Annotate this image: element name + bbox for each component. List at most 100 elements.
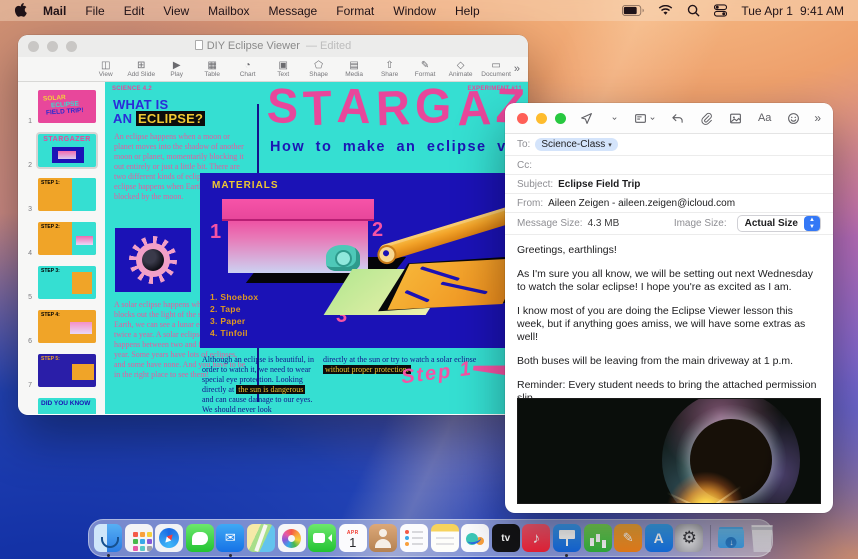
send-icon[interactable]: [580, 112, 593, 125]
toolbar-button-text[interactable]: ▣Text: [265, 60, 300, 78]
app-store-icon: A: [645, 524, 673, 552]
dock-item-calendar[interactable]: APR1: [339, 524, 367, 552]
dock-item-finder[interactable]: [94, 524, 122, 552]
toolbar-button-chart[interactable]: ◔Chart: [230, 60, 265, 78]
menu-item-app[interactable]: Mail: [43, 4, 66, 18]
document-proxy-icon[interactable]: [195, 40, 203, 50]
toolbar-button-media[interactable]: ▤Media: [336, 60, 371, 78]
to-field[interactable]: To: Science-Class▾: [505, 134, 833, 156]
reply-icon[interactable]: [671, 112, 684, 125]
menu-item-message[interactable]: Message: [269, 4, 318, 18]
menu-item-help[interactable]: Help: [455, 4, 480, 18]
control-center-icon[interactable]: [714, 4, 727, 17]
menu-item-edit[interactable]: Edit: [124, 4, 145, 18]
slide-thumbnail-2[interactable]: STARGAZER: [38, 134, 96, 167]
toolbar-button-format[interactable]: ✎Format: [407, 60, 442, 78]
eclipse-photo-attachment[interactable]: [517, 398, 821, 504]
dock-item-messages[interactable]: [186, 524, 214, 552]
dock-item-facetime[interactable]: [308, 524, 336, 552]
header-fields-icon[interactable]: [634, 112, 656, 125]
zoom-button[interactable]: [555, 113, 566, 124]
menubar-clock[interactable]: Tue Apr 1 9:41 AM: [741, 4, 844, 18]
toolbar-button-animate[interactable]: ◇Animate: [443, 60, 478, 78]
dock-item-photos[interactable]: [278, 524, 306, 552]
cc-field[interactable]: Cc:: [505, 156, 833, 175]
dock-item-numbers[interactable]: [584, 524, 612, 552]
text-icon: ▣: [278, 60, 287, 71]
dock-item-maps[interactable]: [247, 524, 275, 552]
tape-illustration: [326, 245, 360, 271]
tinfoil-roll-illustration: [377, 204, 522, 263]
notes-icon: [431, 524, 459, 552]
dock-item-mail[interactable]: ✉: [216, 524, 244, 552]
materials-list-item: 4. Tinfoil: [210, 327, 258, 339]
insert-photo-icon[interactable]: [729, 112, 742, 125]
dock-item-trash[interactable]: [748, 524, 776, 552]
menu-items: Mail File Edit View Mailbox Message Format Win…: [43, 4, 480, 18]
close-button[interactable]: [517, 113, 528, 124]
dock-item-safari[interactable]: [155, 524, 183, 552]
dock-item-music[interactable]: ♪: [522, 524, 550, 552]
danger-highlight: the sun is dangerous: [236, 385, 305, 394]
messages-icon: [186, 524, 214, 552]
slide-thumbnail-3[interactable]: STEP 1:: [38, 178, 96, 211]
menu-item-window[interactable]: Window: [393, 4, 436, 18]
dock-item-pages[interactable]: ✎: [614, 524, 642, 552]
slide-thumbnail-1[interactable]: SOLARECLIPSEFIELD TRIP!: [38, 90, 96, 123]
toolbar-button-play[interactable]: ▶Play: [159, 60, 194, 78]
mail-toolbar[interactable]: Aa »: [505, 103, 833, 134]
slide-thumbnail-row-3: 3STEP 1:: [18, 176, 105, 213]
slide-number: 7: [18, 382, 36, 389]
fonts-button[interactable]: Aa: [758, 112, 771, 124]
search-icon[interactable]: [687, 4, 700, 17]
send-chevron-icon[interactable]: [609, 115, 618, 122]
finder-icon: [94, 524, 122, 552]
menu-item-format[interactable]: Format: [336, 4, 374, 18]
dock-item-app-store[interactable]: A: [645, 524, 673, 552]
slide-thumbnail-6[interactable]: STEP 4:: [38, 310, 96, 343]
menu-item-view[interactable]: View: [163, 4, 189, 18]
attach-icon[interactable]: [700, 112, 713, 125]
dock-item-notes[interactable]: [431, 524, 459, 552]
dock-item-reminders[interactable]: [400, 524, 428, 552]
dock-item-tv[interactable]: tv: [492, 524, 520, 552]
recipient-token[interactable]: Science-Class▾: [535, 138, 617, 151]
toolbar-button-share[interactable]: ⇧Share: [372, 60, 407, 78]
toolbar-button-document[interactable]: ▭Document: [478, 60, 513, 78]
safari-icon: [155, 524, 183, 552]
image-size-select[interactable]: Actual Size ▲▼: [737, 215, 821, 232]
dock-item-system-settings[interactable]: ⚙: [675, 524, 703, 552]
slide-canvas[interactable]: SCIENCE 4.2 EXPERIMENT #11 WHAT IS AN EC…: [105, 82, 528, 414]
keynote-titlebar[interactable]: DIY Eclipse Viewer — Edited: [18, 35, 528, 57]
dock-item-freeform[interactable]: [461, 524, 489, 552]
dock-item-keynote[interactable]: [553, 524, 581, 552]
slide-navigator[interactable]: 1SOLARECLIPSEFIELD TRIP!2STARGAZER3STEP …: [18, 82, 105, 414]
from-field[interactable]: From: Aileen Zeigen - aileen.zeigen@iclo…: [505, 194, 833, 213]
emoji-icon[interactable]: [787, 112, 800, 125]
slide-thumbnail-7[interactable]: STEP 5:: [38, 354, 96, 387]
minimize-button[interactable]: [536, 113, 547, 124]
subject-field[interactable]: Subject: Eclipse Field Trip: [505, 175, 833, 194]
toolbar-button-add-slide[interactable]: ⊞Add Slide: [123, 60, 158, 78]
slide-number: 5: [18, 294, 36, 301]
eclipse-highlight: ECLIPSE?: [136, 111, 205, 126]
apple-menu[interactable]: [14, 2, 27, 20]
toolbar-button-view[interactable]: ◫View: [88, 60, 123, 78]
photos-icon: [278, 524, 306, 552]
slide-thumbnail-8[interactable]: DID YOU KNOW: [38, 398, 96, 414]
menu-item-file[interactable]: File: [85, 4, 104, 18]
dock-item-downloads[interactable]: [717, 524, 745, 552]
toolbar-overflow-chevron-icon[interactable]: »: [514, 63, 520, 75]
slide-thumbnail-4[interactable]: STEP 2:: [38, 222, 96, 255]
science-tag: SCIENCE 4.2: [112, 86, 152, 92]
dock-item-contacts[interactable]: [369, 524, 397, 552]
mail-window-controls: [517, 113, 566, 124]
menu-item-mailbox[interactable]: Mailbox: [208, 4, 249, 18]
toolbar-button-shape[interactable]: ⬠Shape: [301, 60, 336, 78]
menu-bar: Mail File Edit View Mailbox Message Format Win…: [0, 0, 858, 21]
dock-item-launchpad[interactable]: [125, 524, 153, 552]
mail-toolbar-overflow-icon[interactable]: »: [814, 111, 821, 125]
slide-thumbnail-5[interactable]: STEP 3:: [38, 266, 96, 299]
battery-icon: [622, 5, 644, 16]
toolbar-button-table[interactable]: ▦Table: [194, 60, 229, 78]
